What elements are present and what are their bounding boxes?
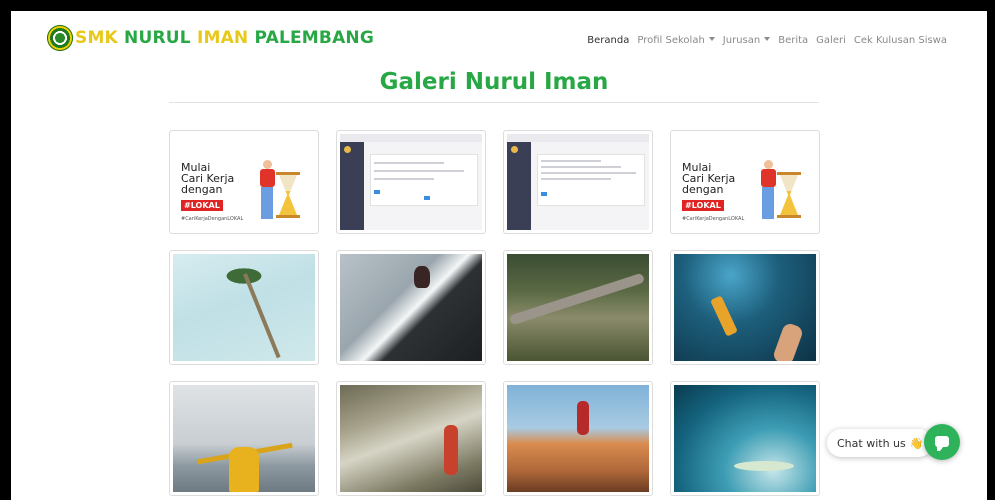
chat-label-text: Chat with us bbox=[837, 436, 906, 450]
palm-tree-photo bbox=[173, 254, 315, 361]
nav-galeri[interactable]: Galeri bbox=[816, 35, 846, 46]
brand-part-nurul: NURUL bbox=[117, 28, 197, 48]
ad-line: dengan bbox=[181, 183, 223, 196]
lokal-ad-image: Mulai Cari Kerja dengan #LOKAL #CariKerj… bbox=[674, 134, 816, 230]
gallery-item[interactable] bbox=[336, 250, 486, 365]
title-divider bbox=[169, 102, 819, 103]
dashboard-screenshot-image bbox=[507, 134, 649, 230]
gallery-item[interactable] bbox=[503, 381, 653, 496]
person-in-grass-photo bbox=[340, 385, 482, 492]
brand-link[interactable]: SMK NURUL IMAN PALEMBANG bbox=[47, 25, 374, 51]
ad-hashtag: #CariKerjaDenganLOKAL bbox=[682, 216, 745, 222]
gallery-item[interactable] bbox=[336, 381, 486, 496]
main-nav: Beranda Profil Sekolah Jurusan Berita Ga… bbox=[587, 35, 947, 46]
brand-part-iman: IMAN bbox=[196, 28, 249, 48]
page-title: Galeri Nurul Iman bbox=[379, 69, 609, 95]
lokal-ad-image: Mulai Cari Kerja dengan #LOKAL #CariKerj… bbox=[173, 134, 315, 230]
dashboard-screenshot-image bbox=[340, 134, 482, 230]
jumping-man-photo bbox=[340, 254, 482, 361]
surfer-wave-photo bbox=[674, 385, 816, 492]
ad-badge: #LOKAL bbox=[682, 200, 724, 211]
navbar: SMK NURUL IMAN PALEMBANG Beranda Profil … bbox=[11, 11, 987, 71]
nav-jurusan[interactable]: Jurusan bbox=[722, 35, 771, 46]
hourglass-icon bbox=[777, 172, 801, 218]
nav-berita[interactable]: Berita bbox=[778, 35, 808, 46]
nav-profil-label: Profil Sekolah bbox=[637, 35, 705, 46]
nav-beranda[interactable]: Beranda bbox=[587, 35, 629, 46]
caret-down-icon bbox=[764, 37, 771, 41]
brand-name: SMK NURUL IMAN PALEMBANG bbox=[75, 28, 374, 48]
chat-with-us-label[interactable]: Chat with us 👋 bbox=[827, 429, 934, 457]
gallery-grid: Mulai Cari Kerja dengan #LOKAL #CariKerj… bbox=[169, 130, 820, 496]
gallery-item[interactable] bbox=[169, 381, 319, 496]
caret-down-icon bbox=[708, 37, 715, 41]
waving-hand-icon: 👋 bbox=[909, 436, 924, 450]
underwater-diver-photo bbox=[674, 254, 816, 361]
gallery-item[interactable]: Mulai Cari Kerja dengan #LOKAL #CariKerj… bbox=[670, 130, 820, 234]
tree-branches-photo bbox=[507, 254, 649, 361]
ad-hashtag: #CariKerjaDenganLOKAL bbox=[181, 216, 244, 222]
person-arms-open-photo bbox=[173, 385, 315, 492]
chat-button[interactable] bbox=[924, 424, 960, 460]
gallery-item[interactable]: Mulai Cari Kerja dengan #LOKAL #CariKerj… bbox=[169, 130, 319, 234]
gallery-item[interactable] bbox=[169, 250, 319, 365]
ad-text: Mulai Cari Kerja dengan bbox=[682, 162, 735, 195]
gallery-item[interactable] bbox=[670, 250, 820, 365]
brand-part-palembang: PALEMBANG bbox=[248, 28, 375, 48]
gallery-item[interactable] bbox=[503, 250, 653, 365]
gallery-item[interactable] bbox=[670, 381, 820, 496]
gallery-item[interactable] bbox=[336, 130, 486, 234]
canyon-jump-photo bbox=[507, 385, 649, 492]
nav-cek-kelulusan[interactable]: Cek Kulusan Siswa bbox=[854, 35, 947, 46]
ad-badge: #LOKAL bbox=[181, 200, 223, 211]
brand-part-smk: SMK bbox=[75, 28, 118, 48]
school-emblem-icon bbox=[47, 25, 73, 51]
nav-profil-sekolah[interactable]: Profil Sekolah bbox=[637, 35, 715, 46]
page: SMK NURUL IMAN PALEMBANG Beranda Profil … bbox=[11, 11, 987, 500]
chat-bubble-icon bbox=[935, 436, 949, 451]
nav-jurusan-label: Jurusan bbox=[722, 35, 761, 46]
gallery-item[interactable] bbox=[503, 130, 653, 234]
ad-text: Mulai Cari Kerja dengan bbox=[181, 162, 234, 195]
ad-line: dengan bbox=[682, 183, 724, 196]
hourglass-icon bbox=[276, 172, 300, 218]
